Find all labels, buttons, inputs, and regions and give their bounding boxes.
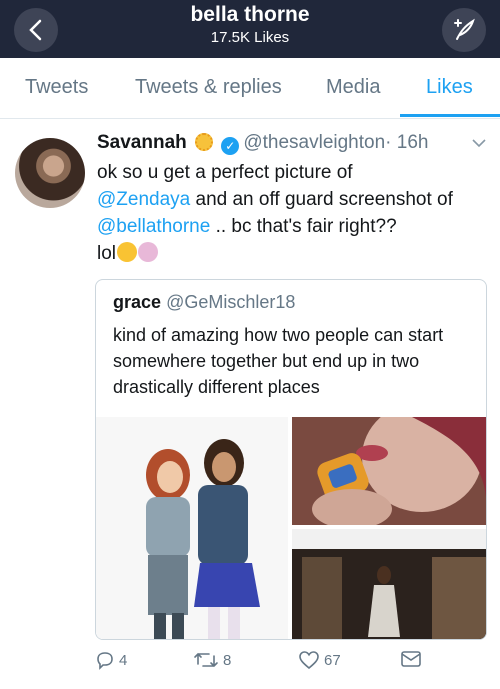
- tab-media[interactable]: Media: [326, 76, 380, 99]
- mention-link-zendaya[interactable]: @Zendaya: [97, 189, 190, 210]
- like-count: 67: [324, 651, 341, 669]
- tweet-header: Savannah ✓ @thesavleighton· 16h: [97, 132, 428, 155]
- mention-link-bellathorne[interactable]: @bellathorne: [97, 216, 210, 237]
- reply-icon: [97, 652, 113, 670]
- media-photo-3[interactable]: [292, 529, 486, 639]
- share-button[interactable]: [400, 650, 422, 668]
- quoted-tweet[interactable]: grace @GeMischler18 kind of amazing how …: [95, 279, 487, 640]
- laughing-emoji-icon: [117, 242, 138, 262]
- tweet-author-name[interactable]: Savannah: [97, 132, 187, 153]
- active-tab-indicator: [400, 114, 500, 117]
- media-grid: [96, 417, 486, 639]
- retweet-button[interactable]: 8: [193, 650, 231, 670]
- verified-icon: ✓: [221, 137, 240, 155]
- shrugging-emoji-icon: [138, 242, 159, 262]
- tab-tweets[interactable]: Tweets: [25, 76, 88, 99]
- quoted-tweet-header: grace @GeMischler18: [113, 292, 295, 313]
- retweet-count: 8: [223, 651, 232, 669]
- tweet-text-part: lol: [97, 243, 117, 264]
- tab-likes[interactable]: Likes: [426, 76, 473, 99]
- tweet-timestamp: · 16h: [385, 132, 429, 153]
- like-button[interactable]: 67: [298, 650, 341, 670]
- reply-button[interactable]: 4: [95, 650, 127, 670]
- tweet-options-chevron-icon[interactable]: [472, 135, 486, 153]
- tweet-text-part: and an off guard screenshot of: [190, 189, 453, 210]
- profile-name: bella thorne: [190, 3, 310, 26]
- profile-tabs: Tweets Tweets & replies Media Likes: [0, 58, 500, 119]
- quoted-tweet-text: kind of amazing how two people can start…: [113, 325, 444, 397]
- quoted-author-name: grace: [113, 292, 162, 312]
- tab-tweets-replies[interactable]: Tweets & replies: [135, 76, 282, 99]
- tweet-text-part: ok so u get a perfect picture of: [97, 162, 353, 183]
- quoted-author-handle: @GeMischler18: [166, 292, 296, 312]
- reply-count: 4: [119, 651, 128, 669]
- media-photo-2[interactable]: [292, 417, 486, 525]
- likes-count: 17.5K Likes: [210, 29, 290, 46]
- profile-header: bella thorne 17.5K Likes: [0, 0, 500, 58]
- heart-icon: [299, 651, 319, 670]
- media-photo-1[interactable]: [96, 417, 288, 639]
- compose-tweet-button[interactable]: [442, 8, 486, 52]
- tweet-author-handle[interactable]: @thesavleighton: [243, 132, 385, 153]
- retweet-icon: [194, 652, 218, 668]
- compose-feather-icon: [454, 18, 475, 40]
- tweet-text-part: .. bc that's fair right??: [210, 216, 397, 237]
- avatar[interactable]: [15, 138, 85, 208]
- envelope-icon: [401, 651, 421, 667]
- tweet-text: ok so u get a perfect picture of @Zenday…: [97, 159, 482, 267]
- sun-emoji-icon: [195, 133, 214, 151]
- tweet-actions: 4 8 67: [95, 650, 495, 678]
